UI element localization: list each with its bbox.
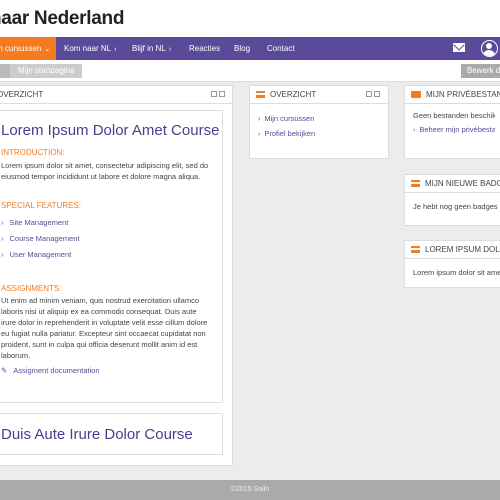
menu-icon [411, 246, 420, 253]
edit-page-button[interactable]: Bewerk d [461, 64, 500, 78]
feature-link[interactable]: › User Management [1, 250, 212, 259]
nav-item-blog[interactable]: Blog [228, 37, 256, 60]
minimize-icon[interactable] [366, 91, 372, 97]
block-body: › Mijn cursussen › Profiel bekijken [250, 104, 388, 148]
feature-label: Course Management [9, 234, 80, 243]
nav-item-label: Mijn cursussen [0, 44, 42, 53]
breadcrumb-current[interactable]: Mijn startpagina [10, 64, 83, 78]
chevron-right-icon: › [168, 46, 172, 53]
settings-icon[interactable] [374, 91, 380, 97]
block-header: LOREM IPSUM DOLOR [405, 241, 500, 259]
badges-text: Je hebt nog geen badges om [413, 202, 500, 211]
nav-item-reacties[interactable]: Reacties [183, 37, 226, 60]
assignment-text: Ut enim ad minim veniam, quis nostrud ex… [1, 296, 208, 360]
minimize-icon[interactable] [211, 91, 217, 97]
feature-link[interactable]: › Site Management [1, 218, 212, 227]
site-header: naar Nederland [0, 0, 500, 37]
block-body: Geen bestanden beschikbaar ›Beheer mijn … [405, 104, 500, 144]
link-label: Profiel bekijken [264, 129, 316, 138]
link-label: Beheer mijn privébestanden [419, 125, 495, 134]
course-card: Lorem Ipsum Dolor Amet Course INTRODUCTI… [0, 110, 223, 403]
block-title: OVERZICHT [270, 90, 317, 99]
link-profiel-bekijken[interactable]: › Profiel bekijken [258, 128, 380, 140]
block-header: OVERZICHT [0, 86, 232, 104]
feature-label: Site Management [9, 218, 69, 227]
files-empty-text: Geen bestanden beschikbaar [413, 111, 495, 120]
chevron-right-icon: › [1, 218, 4, 227]
nav-item-kom-naar-nl[interactable]: Kom naar NL › [58, 37, 122, 60]
nav-item-label: Blog [234, 44, 251, 53]
block-header: MIJN NIEUWE BADGES [405, 175, 500, 193]
nav-item-label: Contact [267, 44, 295, 53]
link-label: Assigment documentation [13, 366, 100, 375]
nav-item-label: Blijf in NL [132, 44, 166, 53]
nav-item-blijf-in-nl[interactable]: Blijf in NL › [126, 37, 177, 60]
course-card: Duis Aute Irure Dolor Course [0, 413, 223, 455]
block-header: MIJN PRIVÉBESTANDEN [405, 86, 500, 104]
pencil-icon: ✎ [1, 366, 8, 375]
link-mijn-cursussen[interactable]: › Mijn cursussen [258, 113, 380, 125]
chevron-right-icon: › [1, 234, 4, 243]
link-label: Mijn cursussen [264, 114, 315, 123]
chevron-right-icon: › [413, 127, 416, 134]
block-title: MIJN PRIVÉBESTANDEN [426, 90, 500, 99]
nav-item-label: Kom naar NL [64, 44, 112, 53]
private-files-block: MIJN PRIVÉBESTANDEN Geen bestanden besch… [404, 85, 500, 159]
breadcrumb: Mijn startpagina Bewerk d [0, 60, 500, 82]
breadcrumb-home[interactable] [0, 64, 10, 78]
folder-icon [411, 91, 421, 98]
nav-item-contact[interactable]: Contact [261, 37, 301, 60]
nav-item-label: Reacties [189, 44, 221, 53]
feature-link[interactable]: › Course Management [1, 234, 212, 243]
intro-text: Lorem ipsum dolor sit amet, consectetur … [1, 161, 209, 181]
section-heading: ASSIGNMENTS: [1, 284, 62, 293]
badges-block: MIJN NIEUWE BADGES Je hebt nog geen badg… [404, 174, 500, 226]
assignment-doc-link[interactable]: ✎ Assigment documentation [1, 366, 212, 375]
chevron-right-icon: › [258, 131, 261, 138]
block-title: MIJN NIEUWE BADGES [425, 179, 500, 188]
course-title[interactable]: Lorem Ipsum Dolor Amet Course [1, 122, 219, 139]
course-title[interactable]: Duis Aute Irure Dolor Course [1, 426, 212, 443]
chevron-right-icon: › [114, 46, 117, 53]
chevron-down-icon: ⌄ [44, 46, 51, 53]
nav-item-mijn-cursussen[interactable]: Mijn cursussen⌄ [0, 37, 57, 60]
block-header: OVERZICHT [250, 86, 388, 104]
section-heading: SPECIAL FEATURES: [1, 201, 82, 210]
page-footer: ©2015 Soiln [0, 480, 500, 500]
settings-icon[interactable] [219, 91, 225, 97]
menu-icon [256, 91, 265, 98]
feature-label: User Management [9, 250, 72, 259]
site-title[interactable]: naar Nederland [0, 8, 124, 30]
footer-text: ©2015 Soiln [230, 486, 270, 493]
block-title: LOREM IPSUM DOLOR [425, 245, 500, 254]
section-heading: INTRODUCTION: [1, 148, 65, 157]
chevron-right-icon: › [258, 116, 261, 123]
block-title: OVERZICHT [0, 90, 44, 99]
manage-files-link[interactable]: ›Beheer mijn privébestanden [413, 124, 495, 136]
chevron-right-icon: › [1, 250, 4, 259]
user-avatar-icon[interactable] [481, 40, 498, 57]
lorem-block: LOREM IPSUM DOLOR Lorem ipsum dolor sit … [404, 240, 500, 288]
main-navbar: Mijn cursussen⌄ Kom naar NL› Blijf in NL… [0, 37, 500, 60]
menu-icon [411, 180, 420, 187]
lorem-text: Lorem ipsum dolor sit amet [413, 268, 500, 277]
mail-icon[interactable] [453, 43, 465, 52]
middle-overview-block: OVERZICHT › Mijn cursussen › Profiel bekij… [249, 85, 389, 159]
